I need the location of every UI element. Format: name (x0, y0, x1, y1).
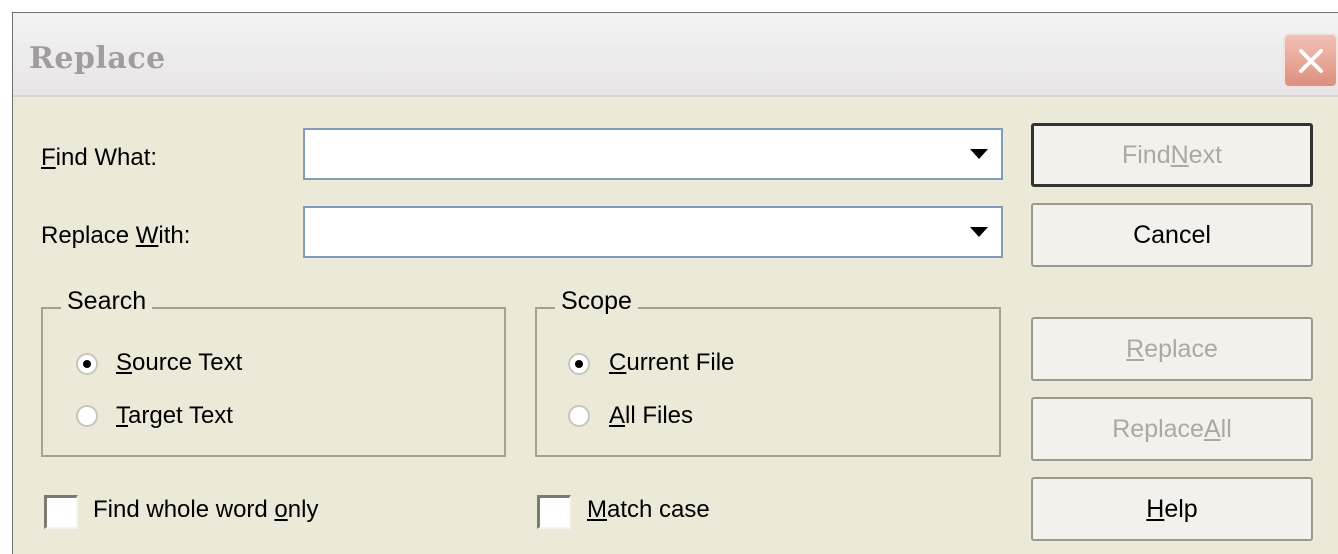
current-file-label[interactable]: Current File (609, 349, 734, 377)
replace-dialog: Replace Find What: Replace With: Find Ne… (12, 12, 1338, 554)
replace-button[interactable]: Replace (1031, 317, 1313, 381)
close-icon (1298, 48, 1323, 73)
find-next-button[interactable]: Find Next (1031, 123, 1313, 187)
whole-word-label[interactable]: Find whole word only (93, 496, 318, 524)
replace-with-dropdown-icon[interactable] (961, 212, 997, 252)
help-button[interactable]: Help (1031, 477, 1313, 541)
search-groupbox: Search (41, 287, 506, 457)
close-button[interactable] (1283, 33, 1338, 88)
replace-with-label: Replace With: (41, 222, 191, 249)
source-text-radio[interactable] (76, 353, 98, 375)
find-what-label: Find What: (41, 144, 158, 171)
dialog-title: Replace (29, 41, 166, 76)
target-text-label[interactable]: Target Text (116, 402, 233, 430)
replace-all-button[interactable]: Replace All (1031, 397, 1313, 461)
find-what-dropdown-icon[interactable] (961, 134, 997, 174)
replace-with-combobox[interactable] (303, 206, 1003, 258)
title-bar: Replace (13, 13, 1338, 97)
scope-groupbox: Scope (535, 287, 1001, 457)
find-what-combobox[interactable] (303, 128, 1003, 180)
scope-group-legend: Scope (555, 287, 638, 316)
match-case-checkbox[interactable] (537, 495, 571, 529)
whole-word-checkbox[interactable] (44, 495, 78, 529)
all-files-label[interactable]: All Files (609, 402, 693, 430)
cancel-button[interactable]: Cancel (1031, 203, 1313, 267)
current-file-radio[interactable] (568, 353, 590, 375)
match-case-label[interactable]: Match case (587, 496, 710, 524)
all-files-radio[interactable] (568, 405, 590, 427)
search-group-legend: Search (61, 287, 153, 316)
source-text-label[interactable]: Source Text (116, 349, 242, 377)
target-text-radio[interactable] (76, 405, 98, 427)
